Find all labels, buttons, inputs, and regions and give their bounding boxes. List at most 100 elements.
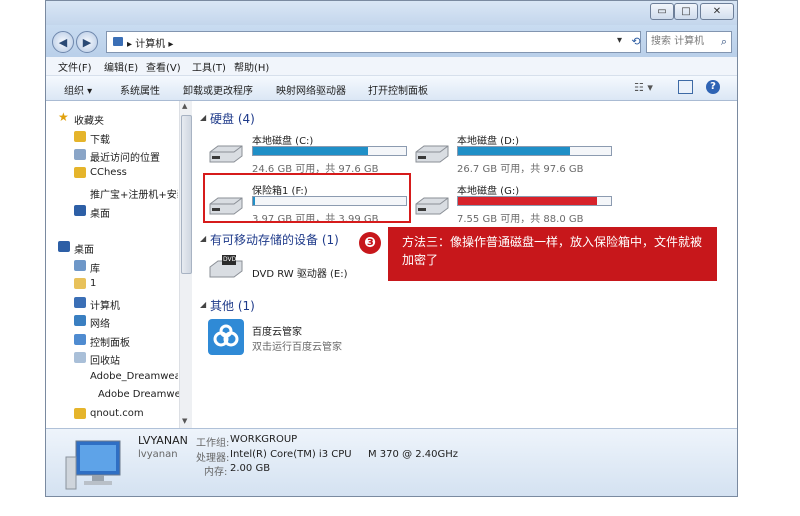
details-pane: LVYANAN 工作组: WORKGROUP lvyanan 处理器: Inte… xyxy=(46,428,737,496)
hard-drive-icon xyxy=(208,142,243,164)
drive-c-name[interactable]: 本地磁盘 (C:) xyxy=(252,132,313,147)
sidebar-item-adobe-dreamweaver[interactable]: Adobe_Dreamweaver xyxy=(90,371,178,382)
sidebar-item-recent[interactable]: 最近访问的位置 xyxy=(74,149,160,164)
cpu-model: M 370 @ 2.40GHz xyxy=(368,449,459,460)
drive-c-usage-bar xyxy=(252,146,407,156)
address-path: ▸ 计算机 ▸ xyxy=(127,39,174,50)
star-icon: ★ xyxy=(58,110,69,124)
baidu-cloud-name[interactable]: 百度云管家 xyxy=(252,323,302,338)
baidu-cloud-icon xyxy=(208,319,244,355)
title-bar: ▭ □ ✕ xyxy=(46,1,737,25)
drive-d-info: 26.7 GB 可用，共 97.6 GB xyxy=(457,164,584,175)
recycle-bin-icon xyxy=(74,352,86,363)
map-network-drive-button[interactable]: 映射网络驱动器 xyxy=(276,82,346,97)
collapse-arrow-icon[interactable]: ◢ xyxy=(200,300,206,309)
sidebar-item-cchess[interactable]: CChess xyxy=(74,167,127,178)
dvd-drive-icon: DVD xyxy=(208,253,244,283)
desktop-icon xyxy=(74,205,86,216)
menu-help[interactable]: 帮助(H) xyxy=(234,59,269,74)
collapse-arrow-icon[interactable]: ◢ xyxy=(200,234,206,243)
search-icon[interactable]: ⌕ xyxy=(721,32,727,52)
ram-label: 内存: xyxy=(204,467,228,478)
scroll-up-icon[interactable]: ▲ xyxy=(182,102,187,110)
search-placeholder: 搜索 计算机 xyxy=(651,36,705,47)
folder-icon xyxy=(74,408,86,419)
computer-icon xyxy=(74,297,86,308)
workgroup-value: WORKGROUP xyxy=(230,434,298,445)
drive-g-usage-fill xyxy=(458,197,598,205)
refresh-icon[interactable]: ⟲ xyxy=(628,31,644,53)
folder-icon xyxy=(74,131,86,142)
navigation-pane: ★ 收藏夹 下载 最近访问的位置 CChess 推广宝+注册机+安装 桌面 桌面 xyxy=(46,101,192,428)
folder-icon xyxy=(74,167,86,178)
control-panel-icon xyxy=(74,334,86,345)
view-options-icon[interactable]: ☷ ▾ xyxy=(634,81,653,94)
help-icon[interactable]: ? xyxy=(706,80,720,94)
forward-button[interactable]: ▶ xyxy=(76,31,98,53)
sidebar-item-recycle-bin[interactable]: 回收站 xyxy=(74,352,120,367)
close-button[interactable]: ✕ xyxy=(700,3,734,20)
baidu-cloud-desc: 双击运行百度云管家 xyxy=(252,342,342,353)
highlight-box-f-drive xyxy=(203,173,411,223)
sidebar-item-qnout[interactable]: qnout.com xyxy=(74,408,144,419)
hard-drive-icon xyxy=(414,142,449,164)
sidebar-item-1[interactable]: 1 xyxy=(74,278,96,289)
drive-g-usage-bar xyxy=(457,196,612,206)
drive-d-name[interactable]: 本地磁盘 (D:) xyxy=(457,132,519,147)
library-icon xyxy=(74,260,86,271)
minimize-button[interactable]: ▭ xyxy=(650,3,674,20)
instruction-callout: 方法三：像操作普通磁盘一样，放入保险箱中，文件就被加密了 xyxy=(388,227,717,281)
scrollbar-thumb[interactable] xyxy=(181,115,192,274)
sidebar-item-computer[interactable]: 计算机 xyxy=(74,297,120,312)
group-other[interactable]: ◢ 其他 (1) xyxy=(200,297,255,314)
drive-d-usage-fill xyxy=(458,147,570,155)
back-button[interactable]: ◀ xyxy=(52,31,74,53)
command-bar: 组织 ▾ 系统属性 卸载或更改程序 映射网络驱动器 打开控制面板 ☷ ▾ ? xyxy=(46,76,737,101)
workgroup-label: 工作组: xyxy=(196,438,230,449)
group-removable[interactable]: ◢ 有可移动存储的设备 (1) xyxy=(200,231,339,248)
organize-button[interactable]: 组织 ▾ xyxy=(64,82,92,97)
hard-drive-icon xyxy=(414,194,449,216)
computer-name: LVYANAN xyxy=(138,434,188,447)
user-folder-icon xyxy=(74,278,86,289)
search-input[interactable]: 搜索 计算机 ⌕ xyxy=(646,31,732,53)
uninstall-button[interactable]: 卸载或更改程序 xyxy=(183,82,253,97)
maximize-button[interactable]: □ xyxy=(674,3,698,20)
menu-file[interactable]: 文件(F) xyxy=(58,59,92,74)
step-number-badge: ❸ xyxy=(359,232,381,254)
cpu-label: 处理器: xyxy=(196,453,230,464)
address-bar-area: ◀ ▶ ▸ 计算机 ▸ ▾ ⟲ 搜索 计算机 ⌕ xyxy=(46,25,737,57)
drive-d-usage-bar xyxy=(457,146,612,156)
menu-bar: 文件(F) 编辑(E) 查看(V) 工具(T) 帮助(H) xyxy=(46,57,737,76)
collapse-arrow-icon[interactable]: ◢ xyxy=(200,113,206,122)
recent-places-icon xyxy=(74,149,86,160)
desktop-icon xyxy=(58,241,70,252)
sidebar-item-adobe-dreamwe[interactable]: Adobe Dreamwe xyxy=(98,389,180,400)
sidebar-item-libraries[interactable]: 库 xyxy=(74,260,100,275)
drive-g-name[interactable]: 本地磁盘 (G:) xyxy=(457,182,519,197)
menu-edit[interactable]: 编辑(E) xyxy=(104,59,138,74)
preview-pane-icon[interactable] xyxy=(678,80,693,94)
sidebar-item-desktop-fav[interactable]: 桌面 xyxy=(74,205,110,220)
navigation-scrollbar[interactable]: ▲ ▼ xyxy=(179,101,192,428)
ram-value: 2.00 GB xyxy=(230,463,271,474)
computer-monitor-icon xyxy=(64,437,126,493)
open-control-panel-button[interactable]: 打开控制面板 xyxy=(368,82,428,97)
system-properties-button[interactable]: 系统属性 xyxy=(120,82,160,97)
sidebar-item-desktop[interactable]: 桌面 xyxy=(58,241,94,256)
address-dropdown-icon[interactable]: ▾ xyxy=(617,35,622,46)
drive-c-usage-fill xyxy=(253,147,368,155)
dvd-icon-label: DVD xyxy=(223,256,237,263)
group-hard-disks[interactable]: ◢ 硬盘 (4) xyxy=(200,110,255,127)
sidebar-item-favorites[interactable]: ★ 收藏夹 xyxy=(58,110,104,127)
sidebar-item-tuiguangbao[interactable]: 推广宝+注册机+安装 xyxy=(90,186,178,201)
address-box[interactable]: ▸ 计算机 ▸ ▾ xyxy=(106,31,641,53)
menu-tools[interactable]: 工具(T) xyxy=(192,59,226,74)
menu-view[interactable]: 查看(V) xyxy=(146,59,181,74)
sidebar-item-downloads[interactable]: 下载 xyxy=(74,131,110,146)
sidebar-item-network[interactable]: 网络 xyxy=(74,315,110,330)
scroll-down-icon[interactable]: ▼ xyxy=(182,417,187,425)
dvd-drive-name[interactable]: DVD RW 驱动器 (E:) xyxy=(252,265,348,280)
drive-g-info: 7.55 GB 可用，共 88.0 GB xyxy=(457,214,584,225)
sidebar-item-control-panel[interactable]: 控制面板 xyxy=(74,334,130,349)
